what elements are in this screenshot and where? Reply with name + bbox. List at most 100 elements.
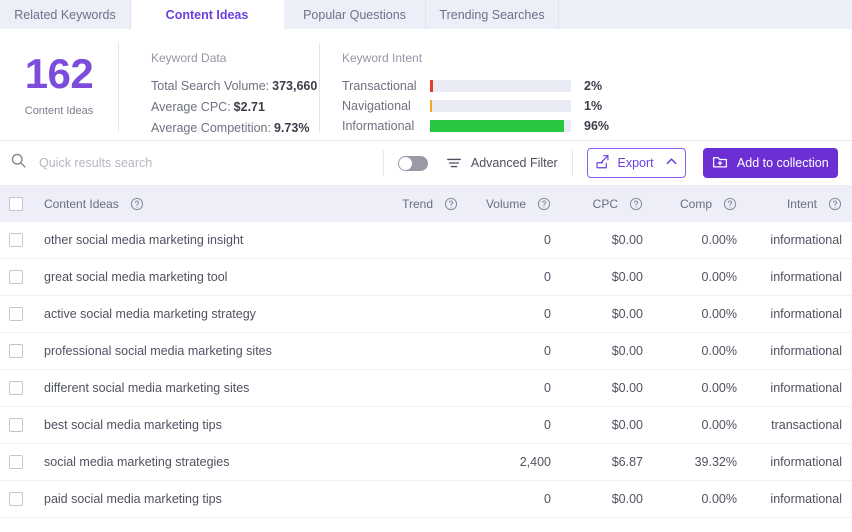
row-checkbox[interactable] [8,270,23,284]
intent-label-transactional: Transactional [342,79,417,93]
stat-total-search-volume-label: Total Search Volume: [151,79,270,93]
export-label: Export [617,156,654,170]
row-select-cell [0,233,31,247]
row-select-cell [0,381,31,395]
results-toolbar: Advanced Filter Export Add to collection [0,141,852,186]
summary-panel: 162 Content Ideas Keyword Data Total Sea… [0,29,852,141]
table-row[interactable]: active social media marketing strategy 0 $… [0,296,852,333]
column-header-cpc[interactable]: CPC [551,197,643,211]
tab-bar: Related Keywords Content Ideas Popular Q… [0,0,852,29]
row-select-cell [0,492,31,506]
cell-cpc: $0.00 [611,307,643,321]
table-row[interactable]: great social media marketing tool 0 $0.00 0… [0,259,852,296]
cell-volume: 0 [544,418,551,432]
cell-intent: informational [770,492,842,506]
advanced-filter-button[interactable]: Advanced Filter [446,155,558,171]
toolbar-divider [383,150,384,176]
row-checkbox[interactable] [8,455,23,469]
cell-intent: informational [770,270,842,284]
table-row[interactable]: professional social media marketing site… [0,333,852,370]
cell-comp: 0.00% [701,344,737,358]
stat-total-search-volume-value: 373,660 [272,79,318,93]
cell-cpc: $0.00 [611,381,643,395]
stat-average-competition-label: Average Competition: [151,121,271,135]
cell-volume: 0 [544,307,551,321]
column-header-comp-label: Comp [679,197,712,211]
intent-bar-fill-transactional [430,80,433,92]
table-row[interactable]: best social media marketing tips 0 $0.00 0.… [0,407,852,444]
row-select-cell [0,307,31,321]
column-header-intent[interactable]: Intent [737,197,842,211]
intent-bar-fill-navigational [430,100,433,112]
column-header-intent-label: Intent [786,197,817,211]
cell-intent: informational [770,307,842,321]
column-header-volume[interactable]: Volume [458,197,551,211]
cell-keyword[interactable]: paid social media marketing tips [31,492,371,506]
row-checkbox[interactable] [8,307,23,321]
table-row[interactable]: other social media marketing insight 0 $0.… [0,222,852,259]
intent-row-informational: Informational 96% [342,119,852,133]
cell-volume: 0 [544,270,551,284]
help-icon-trend[interactable] [444,197,458,211]
export-button[interactable]: Export [586,148,686,178]
help-icon-comp[interactable] [723,197,737,211]
results-toggle[interactable] [397,155,428,171]
row-select-cell [0,344,31,358]
table-row[interactable]: social media marketing strategies 2,400 $6… [0,444,852,481]
advanced-filter-label: Advanced Filter [470,156,558,170]
cell-cpc: $0.00 [611,344,643,358]
column-header-comp[interactable]: Comp [643,197,737,211]
toggle-knob [398,156,412,170]
cell-keyword[interactable]: other social media marketing insight [31,233,371,247]
cell-cpc: $0.00 [611,418,643,432]
column-header-trend[interactable]: Trend [371,197,458,211]
intent-bar-informational [430,120,571,132]
search-input[interactable] [39,156,369,170]
intent-label-informational: Informational [342,119,415,133]
add-to-collection-label: Add to collection [736,156,829,170]
help-icon-cpc[interactable] [629,197,643,211]
cell-keyword[interactable]: great social media marketing tool [31,270,371,284]
cell-intent: informational [770,455,842,469]
column-header-trend-label: Trend [402,197,433,211]
intent-pct-navigational: 1% [584,99,603,113]
tab-trending-searches[interactable]: Trending Searches [426,0,559,29]
row-checkbox[interactable] [8,418,23,432]
tab-related-keywords[interactable]: Related Keywords [0,0,131,29]
cell-keyword[interactable]: social media marketing strategies [31,455,371,469]
export-icon [595,154,610,172]
intent-bar-fill-informational [430,120,564,132]
tab-content-ideas[interactable]: Content Ideas [131,0,284,29]
help-icon-volume[interactable] [537,197,551,211]
tab-popular-questions[interactable]: Popular Questions [284,0,426,29]
intent-bar-transactional [430,80,571,92]
keyword-intent-title: Keyword Intent [342,51,423,65]
cell-keyword[interactable]: active social media marketing strategy [31,307,371,321]
table-body: other social media marketing insight 0 $0.… [0,222,852,518]
row-checkbox[interactable] [8,381,23,395]
row-checkbox[interactable] [8,492,23,506]
stat-total-search-volume: Total Search Volume: 373,660 [151,79,319,93]
content-ideas-count-block: 162 Content Ideas [0,39,118,118]
table-row[interactable]: different social media marketing sites 0 $… [0,370,852,407]
cell-keyword[interactable]: professional social media marketing site… [31,344,371,358]
keyword-data-title: Keyword Data [151,51,227,65]
cell-comp: 0.00% [701,270,737,284]
cell-volume: 0 [544,344,551,358]
add-to-collection-button[interactable]: Add to collection [702,148,838,178]
select-all-cell [0,197,31,211]
column-header-keyword[interactable]: Content Ideas [31,197,371,211]
column-header-keyword-label: Content Ideas [44,197,119,211]
select-all-checkbox[interactable] [8,197,23,211]
cell-intent: transactional [771,418,842,432]
table-row[interactable]: paid social media marketing tips 0 $0.00 0.… [0,481,852,518]
row-checkbox[interactable] [8,344,23,358]
cell-keyword[interactable]: different social media marketing sites [31,381,371,395]
help-icon-keyword[interactable] [130,197,144,211]
filter-icon [446,155,462,171]
cell-keyword[interactable]: best social media marketing tips [31,418,371,432]
row-checkbox[interactable] [8,233,23,247]
cell-comp: 0.00% [701,418,737,432]
help-icon-intent[interactable] [828,197,842,211]
cell-comp: 39.32% [694,455,737,469]
